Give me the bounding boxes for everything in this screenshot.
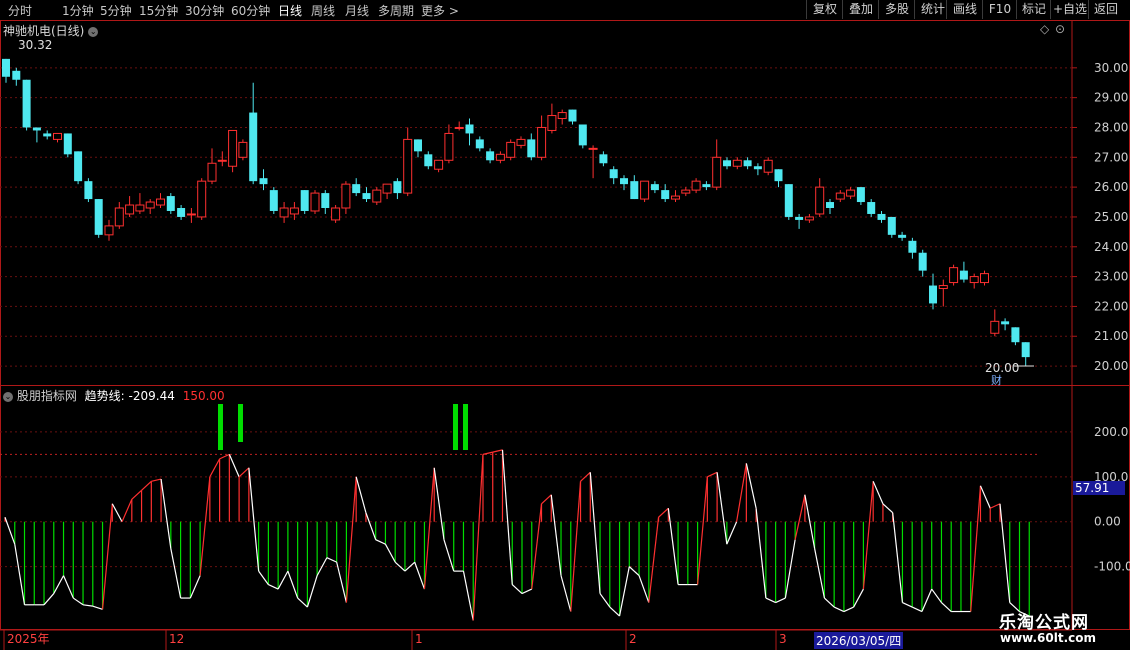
period-tab-2[interactable]: 5分钟	[100, 2, 132, 19]
stock-title-text: 神驰机电(日线)	[3, 24, 85, 38]
price-chart-frame	[0, 20, 1130, 386]
cai-badge[interactable]: 财	[991, 372, 1002, 388]
date-label: 12	[169, 632, 184, 646]
date-label: 3	[779, 632, 787, 646]
site-url: www.60lt.com	[1000, 631, 1097, 645]
period-tab-7[interactable]: 周线	[311, 2, 335, 19]
max-price-marker: 30.32	[18, 38, 53, 52]
selected-date: 2026/03/05/四	[814, 632, 904, 649]
period-tab-3[interactable]: 15分钟	[139, 2, 178, 19]
date-label: 2025年	[7, 632, 50, 646]
indicator-line-value: -209.44	[128, 389, 175, 403]
gear-icon[interactable]: ⊙	[1055, 22, 1065, 36]
indicator-line-label: 趋势线:	[84, 389, 125, 403]
toolbar-button-5[interactable]: F10	[982, 0, 1017, 19]
toolbar-button-8[interactable]: 返回	[1088, 0, 1123, 19]
diamond-icon[interactable]: ◇	[1040, 22, 1049, 36]
period-tab-8[interactable]: 月线	[345, 2, 369, 19]
period-tab-4[interactable]: 30分钟	[185, 2, 224, 19]
period-toolbar: 分时 1分钟 5分钟 15分钟 30分钟 60分钟 日线 周线 月线 多周期 更多 > 复权 叠加 多股…	[0, 0, 1130, 21]
period-tab-9[interactable]: 多周期	[378, 2, 414, 19]
toolbar-button-4[interactable]: 画线	[946, 0, 983, 19]
date-label: 2	[629, 632, 637, 646]
toolbar-button-7[interactable]: +自选	[1050, 0, 1089, 19]
chevron-down-icon[interactable]: ⌄	[88, 26, 99, 37]
indicator-other-value: 150.00	[182, 389, 225, 403]
site-logo: 乐淘公式网	[999, 613, 1089, 633]
date-label: 1	[415, 632, 423, 646]
period-tab-10[interactable]: 更多 >	[421, 2, 459, 19]
toolbar-button-6[interactable]: 标记	[1016, 0, 1051, 19]
period-tab-6[interactable]: 日线	[278, 2, 302, 19]
cursor-value-box: 57.91	[1073, 481, 1125, 495]
period-tab-0[interactable]: 分时	[8, 2, 32, 19]
toolbar-button-1[interactable]: 叠加	[842, 0, 879, 19]
toolbar-button-0[interactable]: 复权	[806, 0, 843, 19]
stock-title[interactable]: 神驰机电(日线) ⌄	[3, 22, 99, 39]
chevron-down-icon[interactable]: ⌄	[3, 391, 13, 402]
period-tab-1[interactable]: 1分钟	[62, 2, 94, 19]
period-tab-5[interactable]: 60分钟	[231, 2, 270, 19]
indicator-name: 股朋指标网	[16, 389, 77, 403]
toolbar-button-2[interactable]: 多股	[878, 0, 915, 19]
indicator-chart-frame	[0, 385, 1130, 630]
indicator-header: ⌄ 股朋指标网 趋势线: -209.44 150.00	[3, 387, 225, 404]
